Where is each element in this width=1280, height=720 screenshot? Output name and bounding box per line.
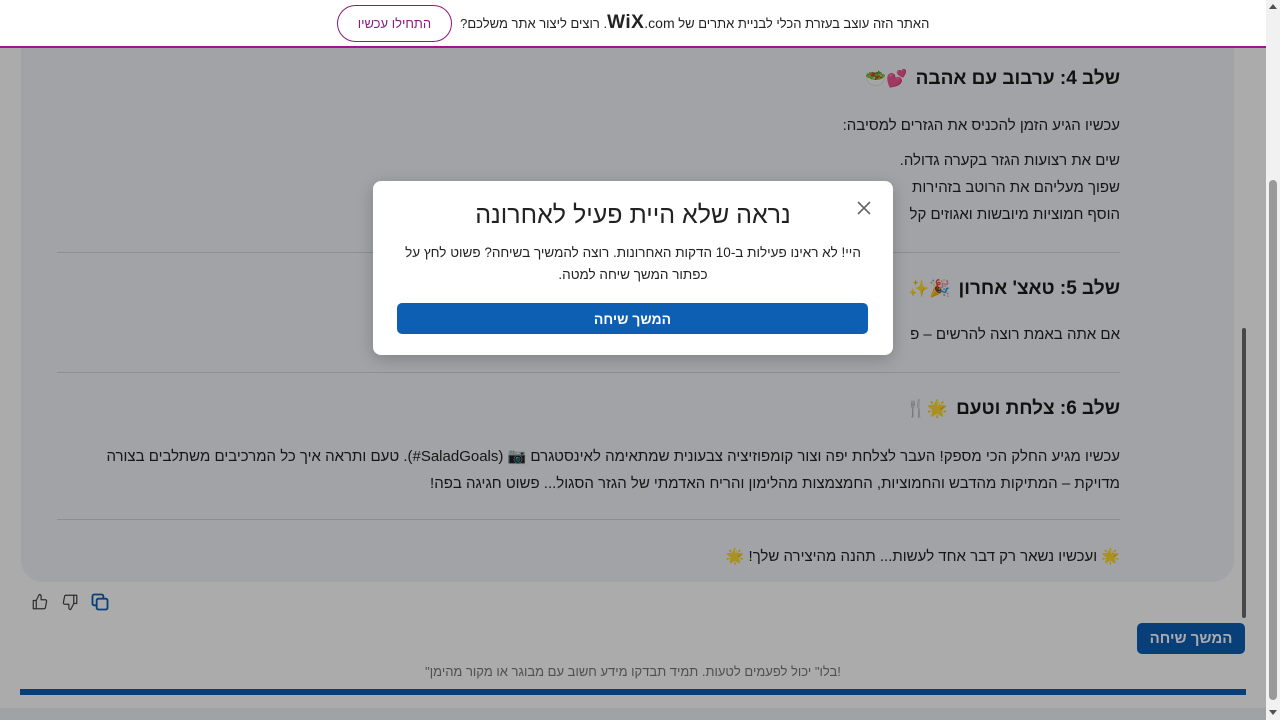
modal-text: היי! לא ראינו פעילות ב-10 הדקות האחרונות… xyxy=(405,245,861,282)
wix-banner-text-before: האתר הזה עוצב בעזרת הכלי לבניית אתרים של xyxy=(678,16,930,31)
modal-title: נראה שלא היית פעיל לאחרונה xyxy=(475,201,791,229)
wix-banner-text-after: . רוצים ליצור אתר משלכם? xyxy=(460,16,608,31)
wix-banner: האתר הזה עוצב בעזרת הכלי לבניית אתרים של… xyxy=(0,0,1266,48)
wix-start-now-button[interactable]: התחילו עכשיו xyxy=(336,4,453,42)
scroll-down-icon[interactable] xyxy=(1269,710,1277,715)
wix-banner-text: האתר הזה עוצב בעזרת הכלי לבניית אתרים של… xyxy=(460,12,929,34)
modal-overlay[interactable] xyxy=(0,48,1266,720)
wix-logo-suffix: .com xyxy=(644,15,675,31)
modal-continue-button[interactable]: המשך שיחה xyxy=(397,303,868,334)
page-scrollbar-thumb[interactable] xyxy=(1269,180,1277,700)
wix-logo: WiX xyxy=(607,12,645,33)
page-scrollbar[interactable] xyxy=(1266,0,1280,720)
scroll-up-icon[interactable] xyxy=(1269,4,1277,9)
inactivity-modal: נראה שלא היית פעיל לאחרונה היי! לא ראינו… xyxy=(373,181,893,355)
